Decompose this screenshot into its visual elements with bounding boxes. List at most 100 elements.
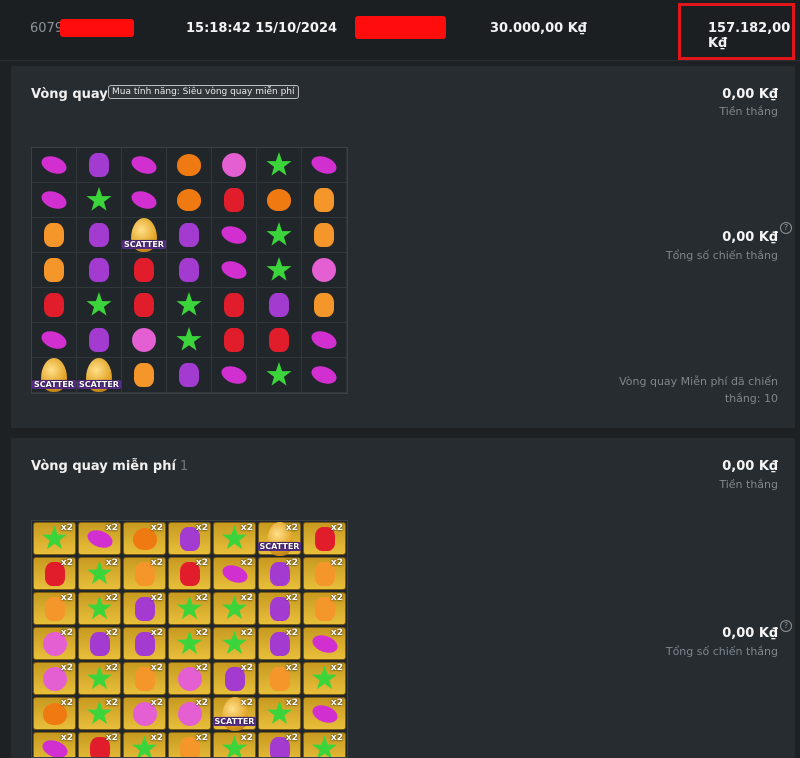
reel-cell — [257, 323, 302, 358]
reel-cell — [122, 288, 167, 323]
reel-cell: x2 — [213, 592, 256, 625]
multiplier-label: x2 — [151, 593, 163, 603]
reel-cell: x2 — [33, 592, 76, 625]
reel-cell: x2 — [78, 557, 121, 590]
reel-cell — [32, 253, 77, 288]
reel-cell: x2 — [213, 522, 256, 555]
bear-purple-symbol — [89, 223, 109, 247]
bet-amount: 30.000,00 K₫ — [490, 21, 587, 36]
bear-purple-symbol — [179, 223, 199, 247]
candy-magenta-symbol — [219, 363, 249, 387]
candy-magenta-symbol — [309, 328, 339, 352]
bear-red-symbol — [269, 328, 289, 352]
bear-orange-symbol — [314, 293, 334, 317]
bear-purple-symbol — [89, 153, 109, 177]
heart-orange-symbol — [177, 154, 201, 176]
bear-red-symbol — [134, 258, 154, 282]
win-value: 0,00 K₫ — [722, 87, 778, 102]
reel-cell — [167, 323, 212, 358]
multiplier-label: x2 — [106, 593, 118, 603]
star-green-symbol — [176, 292, 202, 318]
star-green-symbol — [86, 292, 112, 318]
panel-title: Vòng quay — [31, 87, 108, 102]
bear-orange-symbol — [44, 258, 64, 282]
bear-red-symbol — [224, 188, 244, 212]
multiplier-label: x2 — [331, 698, 343, 708]
reel-cell — [122, 148, 167, 183]
reel-cell: x2 — [123, 522, 166, 555]
reel-cell: x2 — [78, 732, 121, 758]
reel-cell — [167, 288, 212, 323]
round-time: 15:18:42 15/10/2024 — [186, 21, 337, 36]
reel-cell: x2 — [168, 522, 211, 555]
reel-cell: SCATTER — [77, 358, 122, 393]
reel-cell: SCATTERx2 — [213, 697, 256, 730]
help-icon[interactable]: ? — [780, 620, 792, 632]
total-label: Tổng số chiến thắng — [666, 645, 778, 658]
star-green-symbol — [266, 362, 292, 388]
reel-cell — [122, 183, 167, 218]
bear-orange-symbol — [314, 188, 334, 212]
reel-cell: x2 — [123, 732, 166, 758]
multiplier-label: x2 — [151, 698, 163, 708]
reel-cell: x2 — [33, 627, 76, 660]
reel-cell: x2 — [258, 557, 301, 590]
reel-cell: x2 — [33, 732, 76, 758]
multiplier-label: x2 — [106, 663, 118, 673]
reel-cell: x2 — [123, 697, 166, 730]
reel-cell — [212, 358, 257, 393]
multiplier-label: x2 — [61, 558, 73, 568]
ball-pink-symbol — [132, 328, 156, 352]
star-green-symbol — [86, 187, 112, 213]
reel-cell: x2 — [78, 592, 121, 625]
multiplier-label: x2 — [286, 663, 298, 673]
reel-cell — [257, 253, 302, 288]
bear-purple-symbol — [269, 293, 289, 317]
reel-cell — [212, 253, 257, 288]
reel-cell — [77, 218, 122, 253]
ball-pink-symbol — [312, 258, 336, 282]
multiplier-label: x2 — [241, 733, 253, 743]
multiplier-label: x2 — [106, 698, 118, 708]
reel-grid: x2x2x2x2x2SCATTERx2x2x2x2x2x2x2x2x2x2x2x… — [31, 520, 348, 758]
panel-title: Vòng quay miễn phí1 — [31, 459, 188, 474]
bear-orange-symbol — [44, 223, 64, 247]
star-green-symbol — [176, 327, 202, 353]
reel-cell: x2 — [258, 662, 301, 695]
multiplier-label: x2 — [241, 698, 253, 708]
total-value: 0,00 K₫ — [722, 626, 778, 641]
ball-pink-symbol — [222, 153, 246, 177]
scatter-label: SCATTER — [258, 542, 302, 551]
reel-cell — [32, 218, 77, 253]
multiplier-label: x2 — [286, 593, 298, 603]
reel-cell — [167, 183, 212, 218]
reel-cell: x2 — [33, 662, 76, 695]
reel-cell — [32, 183, 77, 218]
multiplier-label: x2 — [196, 628, 208, 638]
reel-cell: SCATTER — [122, 218, 167, 253]
scatter-label: SCATTER — [32, 380, 76, 389]
reel-cell: x2 — [258, 592, 301, 625]
reel-cell: x2 — [213, 732, 256, 758]
multiplier-label: x2 — [196, 593, 208, 603]
win-value: 0,00 K₫ — [722, 459, 778, 474]
multiplier-label: x2 — [151, 733, 163, 743]
highlight-box — [678, 3, 795, 60]
reel-cell — [212, 148, 257, 183]
multiplier-label: x2 — [286, 698, 298, 708]
reel-cell — [212, 288, 257, 323]
reel-cell: x2 — [303, 662, 346, 695]
help-icon[interactable]: ? — [780, 222, 792, 234]
reel-cell — [212, 218, 257, 253]
history-row[interactable]: 6079 15:18:42 15/10/2024 30.000,00 K₫ 15… — [0, 0, 800, 61]
reel-cell — [212, 183, 257, 218]
reel-cell — [257, 218, 302, 253]
candy-magenta-symbol — [39, 188, 69, 212]
multiplier-label: x2 — [241, 558, 253, 568]
scatter-label: SCATTER — [77, 380, 121, 389]
multiplier-label: x2 — [331, 663, 343, 673]
reel-cell: x2 — [213, 662, 256, 695]
reel-cell — [257, 358, 302, 393]
win-label: Tiền thắng — [719, 105, 778, 118]
reel-grid: SCATTERSCATTERSCATTER — [31, 147, 348, 394]
